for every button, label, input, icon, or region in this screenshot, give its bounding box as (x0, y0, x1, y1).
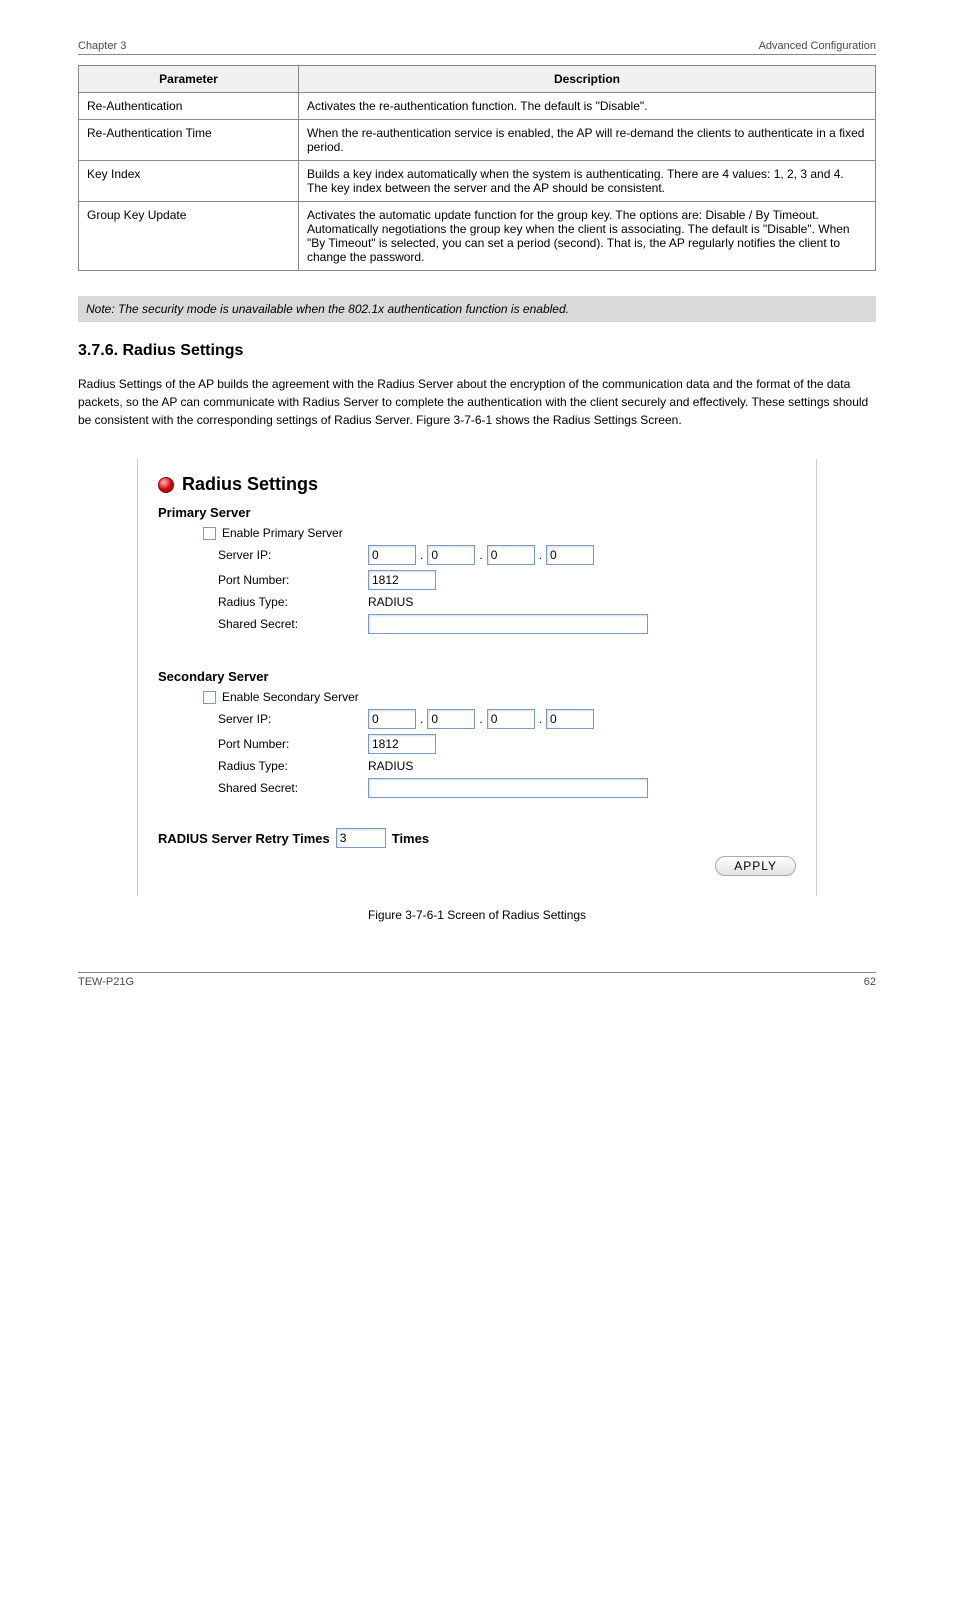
section-number: 3.7.6. Radius Settings (78, 342, 876, 360)
primary-ip-2[interactable] (427, 545, 475, 565)
th-param: Parameter (79, 66, 299, 93)
param-desc: When the re-authentication service is en… (299, 120, 876, 161)
note-bar: Note: The security mode is unavailable w… (78, 296, 876, 322)
enable-secondary-label: Enable Secondary Server (222, 690, 359, 704)
retry-input[interactable] (336, 828, 386, 848)
param-desc: Builds a key index automatically when th… (299, 161, 876, 202)
enable-primary-checkbox[interactable] (203, 527, 216, 540)
secondary-secret-label: Shared Secret: (218, 781, 368, 795)
param-name: Re-Authentication Time (79, 120, 299, 161)
doc-footer: TEW-P21G 62 (78, 972, 876, 988)
header-right: Advanced Configuration (759, 40, 876, 52)
primary-ip-4[interactable] (546, 545, 594, 565)
primary-ip-label: Server IP: (218, 548, 368, 562)
dot-icon: . (475, 712, 486, 726)
secondary-ip-label: Server IP: (218, 712, 368, 726)
footer-right: 62 (864, 976, 876, 988)
secondary-ip-3[interactable] (487, 709, 535, 729)
primary-type-label: Radius Type: (218, 595, 368, 609)
primary-secret-input[interactable] (368, 614, 648, 634)
radius-settings-panel: Radius Settings Primary Server Enable Pr… (137, 459, 817, 896)
red-dot-icon (158, 477, 174, 493)
doc-header: Chapter 3 Advanced Configuration (78, 40, 876, 55)
param-desc: Activates the re-authentication function… (299, 93, 876, 120)
secondary-ip-4[interactable] (546, 709, 594, 729)
primary-type-value: RADIUS (368, 595, 413, 609)
secondary-port-input[interactable] (368, 734, 436, 754)
dot-icon: . (416, 548, 427, 562)
secondary-type-label: Radius Type: (218, 759, 368, 773)
table-row: Key Index Builds a key index automatical… (79, 161, 876, 202)
retry-label-left: RADIUS Server Retry Times (158, 831, 330, 846)
primary-ip-1[interactable] (368, 545, 416, 565)
secondary-ip-1[interactable] (368, 709, 416, 729)
primary-port-input[interactable] (368, 570, 436, 590)
retry-label-right: Times (392, 831, 429, 846)
param-name: Key Index (79, 161, 299, 202)
param-desc: Activates the automatic update function … (299, 202, 876, 271)
dot-icon: . (535, 712, 546, 726)
table-row: Re-Authentication Activates the re-authe… (79, 93, 876, 120)
secondary-type-value: RADIUS (368, 759, 413, 773)
primary-ip-3[interactable] (487, 545, 535, 565)
dot-icon: . (535, 548, 546, 562)
param-name: Re-Authentication (79, 93, 299, 120)
param-name: Group Key Update (79, 202, 299, 271)
footer-left: TEW-P21G (78, 976, 134, 988)
dot-icon: . (416, 712, 427, 726)
table-row: Group Key Update Activates the automatic… (79, 202, 876, 271)
primary-server-header: Primary Server (158, 505, 796, 520)
enable-primary-label: Enable Primary Server (222, 526, 343, 540)
apply-button[interactable]: APPLY (715, 856, 796, 876)
th-desc: Description (299, 66, 876, 93)
primary-secret-label: Shared Secret: (218, 617, 368, 631)
primary-port-label: Port Number: (218, 573, 368, 587)
enable-secondary-checkbox[interactable] (203, 691, 216, 704)
table-row: Re-Authentication Time When the re-authe… (79, 120, 876, 161)
parameter-table: Parameter Description Re-Authentication … (78, 65, 876, 271)
secondary-secret-input[interactable] (368, 778, 648, 798)
header-left: Chapter 3 (78, 40, 126, 52)
panel-title: Radius Settings (158, 474, 796, 495)
secondary-port-label: Port Number: (218, 737, 368, 751)
panel-title-text: Radius Settings (182, 474, 318, 495)
figure-caption: Figure 3-7-6-1 Screen of Radius Settings (78, 908, 876, 922)
section-body: Radius Settings of the AP builds the agr… (78, 375, 876, 429)
dot-icon: . (475, 548, 486, 562)
secondary-ip-2[interactable] (427, 709, 475, 729)
secondary-server-header: Secondary Server (158, 669, 796, 684)
